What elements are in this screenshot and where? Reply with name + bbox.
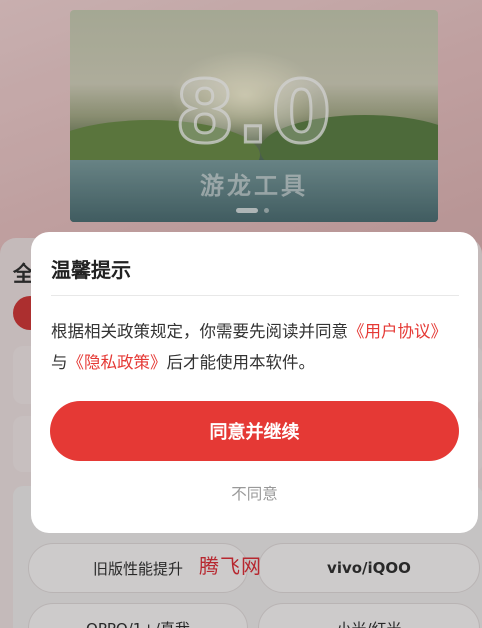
privacy-policy-link[interactable]: 《隐私政策》 bbox=[68, 353, 167, 372]
message-prefix: 根据相关政策规定，你需要先阅读并同意 bbox=[51, 322, 348, 341]
message-suffix: 后才能使用本软件。 bbox=[166, 353, 316, 372]
message-connector: 与 bbox=[51, 353, 68, 372]
dialog-title: 温馨提示 bbox=[51, 258, 131, 282]
dialog-message: 根据相关政策规定，你需要先阅读并同意《用户协议》与《隐私政策》后才能使用本软件。 bbox=[51, 316, 461, 378]
user-agreement-link[interactable]: 《用户协议》 bbox=[348, 322, 447, 341]
disagree-button[interactable]: 不同意 bbox=[31, 482, 478, 504]
privacy-dialog: 温馨提示 根据相关政策规定，你需要先阅读并同意《用户协议》与《隐私政策》后才能使… bbox=[31, 232, 478, 533]
agree-continue-button[interactable]: 同意并继续 bbox=[50, 401, 459, 461]
dialog-divider bbox=[51, 295, 459, 296]
